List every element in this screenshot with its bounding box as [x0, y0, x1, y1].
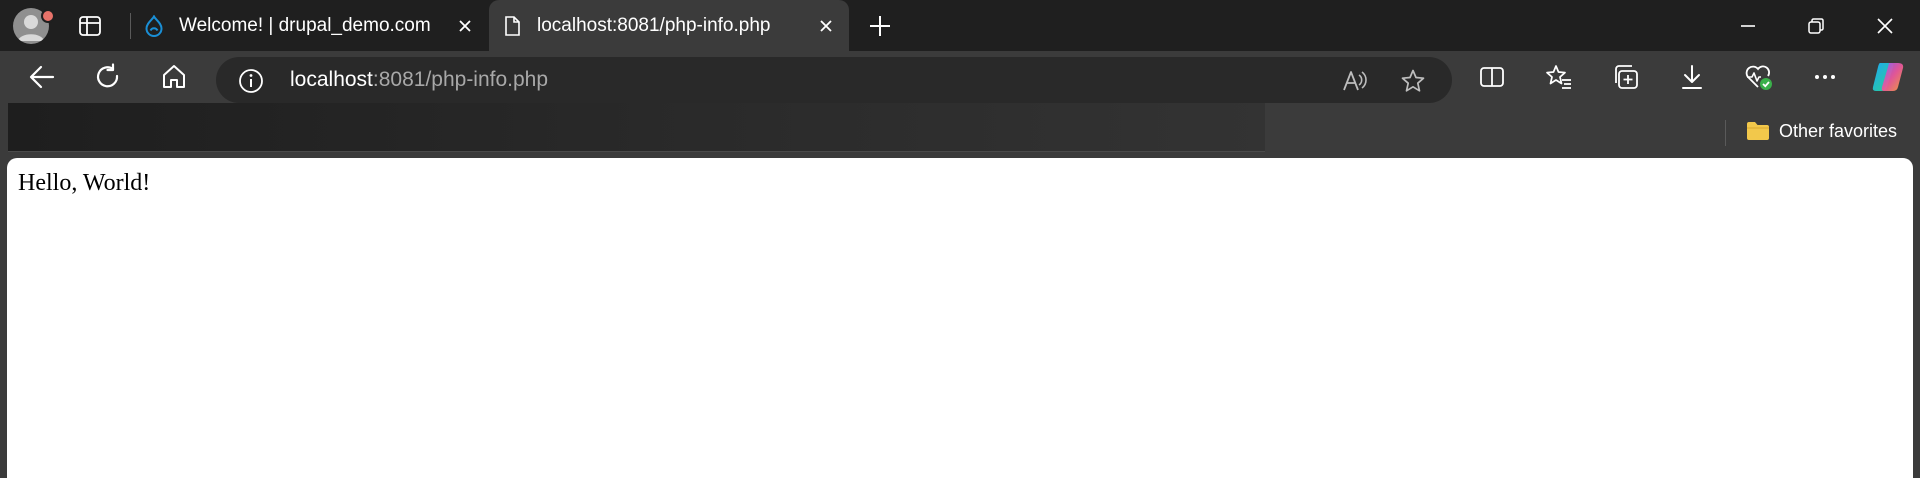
more-icon — [1815, 75, 1835, 79]
collections-button[interactable] — [1606, 57, 1646, 97]
tab-close-button[interactable] — [809, 9, 843, 43]
restore-icon — [1808, 17, 1824, 34]
close-icon — [820, 19, 832, 32]
copilot-button[interactable] — [1868, 57, 1908, 97]
refresh-button[interactable] — [88, 57, 128, 97]
collections-icon — [1615, 65, 1638, 89]
read-aloud-icon — [1343, 71, 1367, 91]
favorites-bar: Other favorites — [0, 103, 1920, 158]
favorites-bar-region — [8, 103, 1265, 152]
browser-essentials-button[interactable] — [1739, 57, 1779, 97]
info-icon[interactable] — [238, 68, 264, 94]
notification-dot — [41, 9, 55, 23]
other-favorites-label: Other favorites — [1779, 120, 1898, 141]
restore-button[interactable] — [1788, 0, 1844, 51]
back-button[interactable] — [22, 57, 62, 97]
minimize-icon — [1741, 24, 1755, 27]
tab-actions-icon — [79, 16, 101, 36]
read-aloud-button[interactable] — [1335, 62, 1373, 100]
tab-actions-button[interactable] — [70, 9, 110, 43]
tab-title: localhost:8081/php-info.php — [537, 14, 771, 36]
heart-pulse-icon — [1745, 65, 1772, 90]
close-window-button[interactable] — [1857, 0, 1913, 51]
tab-title: Welcome! | drupal_demo.com — [179, 14, 431, 36]
page-viewport: Hello, World! — [7, 158, 1913, 478]
star-icon — [1401, 69, 1425, 92]
url-text[interactable]: localhost:8081/php-info.php — [290, 68, 548, 92]
download-icon — [1682, 65, 1702, 89]
favorites-separator — [1725, 120, 1726, 146]
close-icon — [459, 19, 471, 32]
tab-php-info[interactable]: localhost:8081/php-info.php — [489, 0, 849, 51]
plus-icon — [870, 16, 890, 36]
downloads-button[interactable] — [1672, 57, 1712, 97]
navigation-toolbar: localhost:8081/php-info.php — [0, 51, 1920, 103]
home-icon — [163, 65, 185, 88]
split-screen-button[interactable] — [1472, 57, 1512, 97]
address-bar[interactable]: localhost:8081/php-info.php — [216, 57, 1452, 103]
url-host: localhost — [290, 68, 373, 91]
tab-drupal[interactable]: Welcome! | drupal_demo.com — [131, 0, 488, 51]
folder-icon — [1747, 122, 1769, 140]
new-tab-button[interactable] — [862, 8, 898, 44]
add-favorite-button[interactable] — [1394, 62, 1432, 100]
page-body-text: Hello, World! — [18, 170, 151, 196]
title-bar: Welcome! | drupal_demo.com localhost:808… — [0, 0, 1920, 51]
home-button[interactable] — [154, 57, 194, 97]
refresh-icon — [96, 63, 119, 88]
tab-close-button[interactable] — [448, 9, 482, 43]
favorites-button[interactable] — [1539, 57, 1579, 97]
favorites-icon — [1546, 65, 1571, 89]
more-button[interactable] — [1805, 57, 1845, 97]
other-favorites-button[interactable]: Other favorites — [1745, 116, 1897, 146]
split-screen-icon — [1480, 67, 1504, 87]
drupal-icon — [145, 14, 163, 37]
url-path: :8081/php-info.php — [372, 68, 549, 91]
close-icon — [1877, 17, 1893, 34]
minimize-button[interactable] — [1720, 0, 1776, 51]
page-icon — [505, 15, 520, 36]
copilot-icon — [1872, 63, 1904, 91]
back-arrow-icon — [29, 65, 55, 89]
